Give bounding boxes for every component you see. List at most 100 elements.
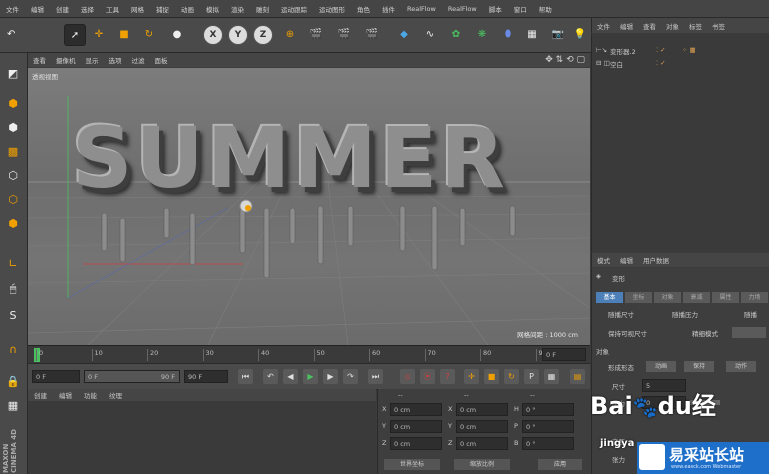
objmgr-menu-file[interactable]: 文件 bbox=[592, 21, 615, 31]
recent-tool-icon[interactable]: ● bbox=[167, 24, 187, 44]
start-frame-field[interactable]: 0 F bbox=[32, 370, 80, 383]
objmgr-menu-object[interactable]: 对象 bbox=[661, 21, 684, 31]
timeline-window-icon[interactable]: ▤ bbox=[570, 369, 585, 384]
floor-icon[interactable]: ▦ bbox=[522, 24, 542, 44]
param-key-icon[interactable]: P bbox=[524, 369, 539, 384]
objmgr-menu-bookmarks[interactable]: 书签 bbox=[707, 21, 730, 31]
edges-mode-icon[interactable]: ⬡ bbox=[3, 189, 23, 209]
tag-icon[interactable]: ⁘ ▦ bbox=[682, 46, 696, 54]
attr-checkbox-label[interactable]: 精细模式 bbox=[692, 328, 718, 338]
magnet-icon[interactable]: ∩ bbox=[3, 339, 23, 359]
pla-key-icon[interactable]: ▦ bbox=[544, 369, 559, 384]
play-icon[interactable]: ▶ bbox=[303, 369, 318, 384]
attr-menu-mode[interactable]: 模式 bbox=[592, 255, 615, 265]
lock-workplane-icon[interactable]: 🔒 bbox=[3, 371, 23, 391]
keyframe-selection-icon[interactable]: ? bbox=[440, 369, 455, 384]
coordinate-system-icon[interactable]: ⊕ bbox=[280, 24, 300, 44]
coord-value-field[interactable]: 0 cm bbox=[456, 403, 508, 416]
menu-item[interactable]: 动画 bbox=[175, 4, 200, 14]
render-settings-icon[interactable]: 🎬 bbox=[362, 24, 382, 44]
attr-subtab[interactable]: 基本 bbox=[596, 292, 623, 303]
array-icon[interactable]: ❋ bbox=[472, 24, 492, 44]
range-slider[interactable]: 0 F 90 F bbox=[84, 370, 180, 383]
menu-item[interactable]: 模拟 bbox=[200, 4, 225, 14]
coord-value-field[interactable]: 0 ° bbox=[522, 437, 574, 450]
prev-key-icon[interactable]: ↶ bbox=[263, 369, 278, 384]
snap-icon[interactable]: S bbox=[3, 305, 23, 325]
object-row[interactable]: ⊢↘ 变形器.2 ⁚ ✓ ⁘ ▦ bbox=[596, 46, 766, 57]
x-axis-icon[interactable]: X bbox=[203, 25, 223, 45]
object-row[interactable]: ⊟ ◫ 空白 ⁚ ✓ bbox=[596, 59, 766, 70]
go-to-end-icon[interactable]: ⏭ bbox=[368, 369, 383, 384]
coord-value-field[interactable]: 0 cm bbox=[456, 437, 508, 450]
attr-menu-userdata[interactable]: 用户数据 bbox=[638, 255, 674, 265]
move-icon[interactable]: ✛ bbox=[89, 24, 109, 44]
scale-key-icon[interactable]: ■ bbox=[484, 369, 499, 384]
coord-value-field[interactable]: 0 ° bbox=[522, 420, 574, 433]
apply-button[interactable]: 应用 bbox=[538, 459, 582, 470]
visibility-toggle-icon[interactable]: ⁚ ✓ bbox=[656, 59, 666, 67]
viewport-nav-icon[interactable]: ✥ ⇅ ⟲ ▢ bbox=[540, 55, 590, 65]
coord-system-select[interactable]: 世界坐标 bbox=[384, 459, 440, 470]
timeline-ruler[interactable]: 0102030405060708090 0 F bbox=[28, 345, 590, 364]
record-keys-icon[interactable]: ⦸ bbox=[400, 369, 415, 384]
model-mode-icon[interactable]: ⬢ bbox=[3, 93, 23, 113]
attr-subtab[interactable]: 属性 bbox=[712, 292, 739, 303]
viewport-menu-camera[interactable]: 摄像机 bbox=[51, 55, 81, 65]
attr-select[interactable] bbox=[732, 327, 766, 338]
menu-item[interactable]: 渲染 bbox=[225, 4, 250, 14]
coord-value-field[interactable]: 0 cm bbox=[390, 420, 442, 433]
material-menu-texture[interactable]: 纹理 bbox=[103, 390, 128, 400]
attr-checkbox-label[interactable]: 随播 bbox=[744, 309, 757, 319]
menu-item[interactable]: 网格 bbox=[125, 4, 150, 14]
next-key-icon[interactable]: ↷ bbox=[343, 369, 358, 384]
camera-icon[interactable]: 📷 bbox=[548, 24, 568, 44]
menu-item[interactable]: 选择 bbox=[75, 4, 100, 14]
3d-text-summer[interactable]: SUMMER bbox=[72, 116, 508, 200]
objmgr-menu-edit[interactable]: 编辑 bbox=[615, 21, 638, 31]
z-axis-icon[interactable]: Z bbox=[253, 25, 273, 45]
attr-checkbox-label[interactable]: 随播压力 bbox=[672, 309, 698, 319]
viewport-menu-panel[interactable]: 面板 bbox=[150, 55, 173, 65]
light-icon[interactable]: 💡 bbox=[570, 24, 590, 44]
attr-subtab[interactable]: 坐标 bbox=[625, 292, 652, 303]
attr-menu-edit[interactable]: 编辑 bbox=[615, 255, 638, 265]
go-to-start-icon[interactable]: ⏮ bbox=[238, 369, 253, 384]
menu-item[interactable]: 创建 bbox=[50, 4, 75, 14]
material-menu-edit[interactable]: 编辑 bbox=[53, 390, 78, 400]
viewport-menu-options[interactable]: 选项 bbox=[104, 55, 127, 65]
coord-scale-select[interactable]: 缩放比例 bbox=[454, 459, 510, 470]
menu-item[interactable]: 工具 bbox=[100, 4, 125, 14]
menu-item[interactable]: 运动跟踪 bbox=[275, 4, 313, 14]
mode-button-keep[interactable]: 保持 bbox=[684, 361, 714, 372]
current-frame-field[interactable]: 0 F bbox=[542, 348, 586, 361]
tweak-mode-icon[interactable]: 🖱 bbox=[3, 279, 23, 299]
objmgr-menu-view[interactable]: 查看 bbox=[638, 21, 661, 31]
3d-viewport[interactable]: 透视视图 SUMMER 网格间距 : 1000 cm bbox=[28, 68, 590, 345]
render-view-icon[interactable]: 🎬 bbox=[306, 24, 326, 44]
spline-pen-icon[interactable]: ∿ bbox=[420, 24, 440, 44]
coord-value-field[interactable]: 0 cm bbox=[456, 420, 508, 433]
attr-subtab[interactable]: 衰减 bbox=[683, 292, 710, 303]
undo-button[interactable]: ↶ bbox=[4, 24, 53, 44]
y-axis-icon[interactable]: Y bbox=[228, 25, 248, 45]
material-menu-create[interactable]: 创建 bbox=[28, 390, 53, 400]
coord-value-field[interactable]: 0 cm bbox=[390, 437, 442, 450]
cube-icon[interactable]: ◆ bbox=[394, 24, 414, 44]
attr-checkbox-label[interactable]: 保持可视尺寸 bbox=[608, 328, 647, 338]
menu-item[interactable]: RealFlow bbox=[401, 5, 442, 13]
mode-button-animate[interactable]: 动画 bbox=[646, 361, 676, 372]
grid-workplane-icon[interactable]: ▦ bbox=[3, 395, 23, 415]
material-menu-function[interactable]: 功能 bbox=[78, 390, 103, 400]
next-frame-icon[interactable]: ▶ bbox=[323, 369, 338, 384]
viewport-menu-view[interactable]: 查看 bbox=[28, 55, 51, 65]
mode-button-action[interactable]: 动作 bbox=[726, 361, 756, 372]
viewport-menu-filter[interactable]: 过滤 bbox=[127, 55, 150, 65]
menu-item[interactable]: 捕捉 bbox=[150, 4, 175, 14]
deformer-icon[interactable]: ⬮ bbox=[498, 24, 518, 44]
workplane-icon[interactable]: ▩ bbox=[3, 141, 23, 161]
rotate-icon[interactable]: ↻ bbox=[139, 24, 159, 44]
menu-item[interactable]: RealFlow bbox=[442, 5, 483, 13]
render-picture-viewer-icon[interactable]: 🎬 bbox=[334, 24, 354, 44]
prev-frame-icon[interactable]: ◀ bbox=[283, 369, 298, 384]
